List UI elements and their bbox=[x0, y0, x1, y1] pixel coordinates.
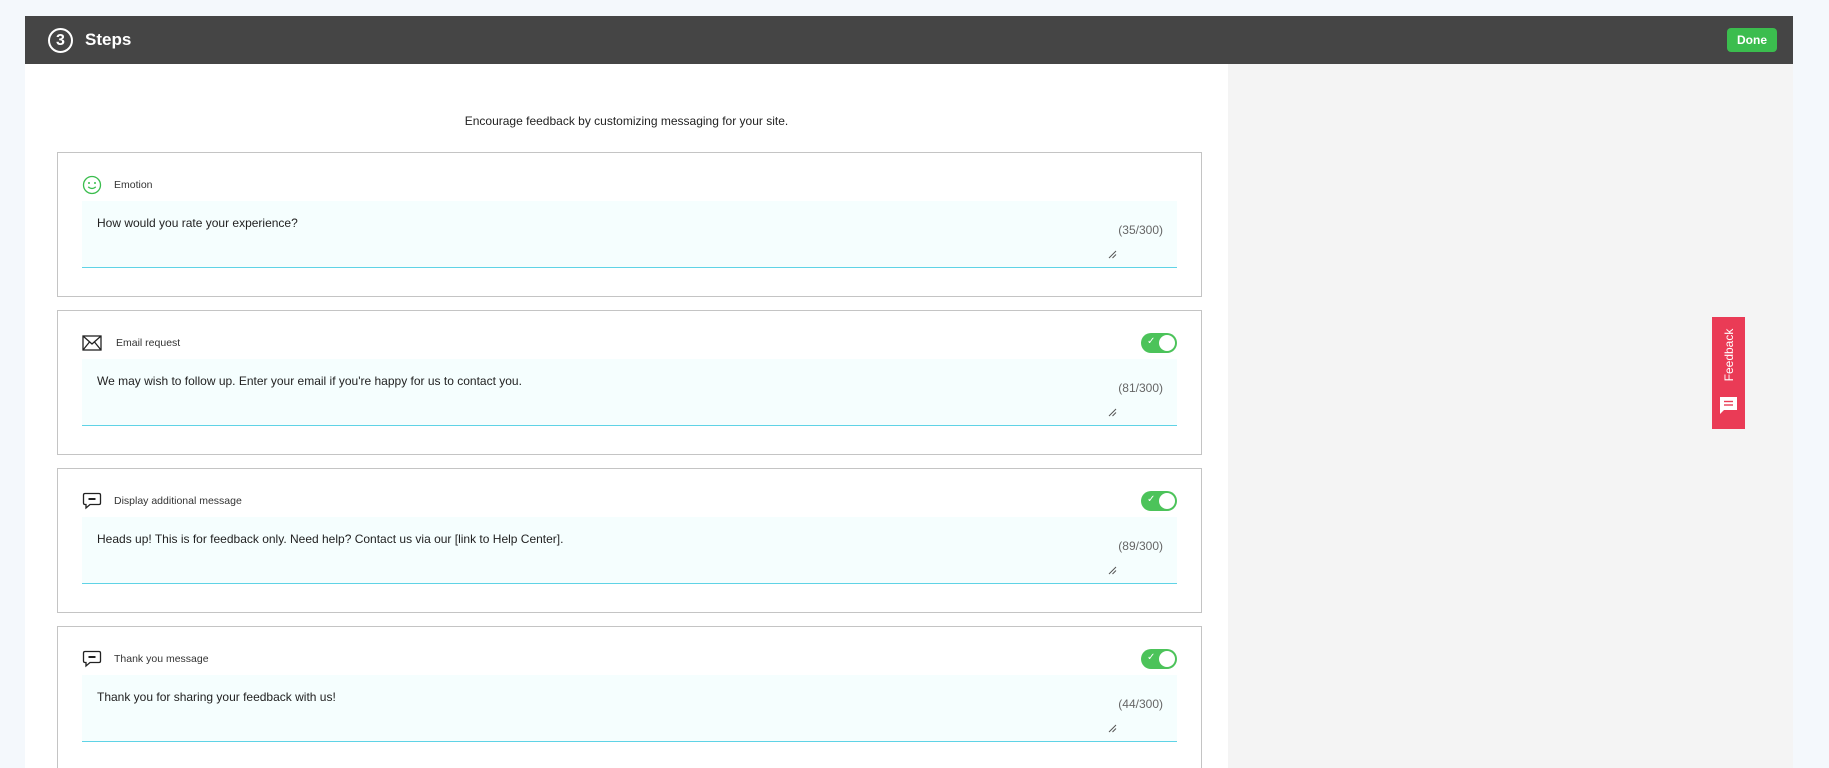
done-button[interactable]: Done bbox=[1727, 28, 1777, 52]
resize-grip-icon[interactable] bbox=[1108, 720, 1117, 733]
character-count: (89/300) bbox=[1118, 539, 1163, 553]
card-email-request: Email request ✓ We may wish to follow up… bbox=[57, 310, 1202, 455]
thank-you-toggle[interactable]: ✓ bbox=[1141, 649, 1177, 669]
chat-bubble-icon bbox=[82, 649, 102, 669]
card-label: Display additional message bbox=[114, 495, 242, 507]
toggle-knob bbox=[1159, 493, 1175, 509]
resize-grip-icon[interactable] bbox=[1108, 404, 1117, 417]
comment-icon bbox=[1718, 395, 1739, 416]
additional-message-toggle[interactable]: ✓ bbox=[1141, 491, 1177, 511]
resize-grip-icon[interactable] bbox=[1108, 246, 1117, 259]
email-request-toggle[interactable]: ✓ bbox=[1141, 333, 1177, 353]
smiley-icon bbox=[82, 175, 102, 195]
check-icon: ✓ bbox=[1147, 652, 1156, 663]
character-count: (35/300) bbox=[1118, 223, 1163, 237]
card-thank-you: Thank you message ✓ Thank you for sharin… bbox=[57, 626, 1202, 768]
check-icon: ✓ bbox=[1147, 336, 1156, 347]
feedback-tab-label: Feedback bbox=[1721, 328, 1736, 382]
check-icon: ✓ bbox=[1147, 494, 1156, 505]
top-bar: 3 Steps Done bbox=[25, 16, 1793, 64]
toggle-knob bbox=[1159, 651, 1175, 667]
message-text: How would you rate your experience? bbox=[97, 216, 298, 230]
message-text: Thank you for sharing your feedback with… bbox=[97, 690, 336, 704]
app-window: 3 Steps Done Encourage feedback by custo… bbox=[25, 16, 1793, 768]
message-textarea[interactable]: How would you rate your experience? (35/… bbox=[82, 201, 1177, 268]
message-textarea[interactable]: Thank you for sharing your feedback with… bbox=[82, 675, 1177, 742]
card-additional-message: Display additional message ✓ Heads up! T… bbox=[57, 468, 1202, 613]
card-label: Email request bbox=[116, 337, 181, 349]
resize-grip-icon[interactable] bbox=[1108, 562, 1117, 575]
message-textarea[interactable]: Heads up! This is for feedback only. Nee… bbox=[82, 517, 1177, 584]
card-label: Emotion bbox=[114, 179, 153, 191]
toggle-knob bbox=[1159, 335, 1175, 351]
step-number-badge: 3 bbox=[48, 28, 73, 53]
page-title: Steps bbox=[85, 30, 132, 49]
message-textarea[interactable]: We may wish to follow up. Enter your ema… bbox=[82, 359, 1177, 426]
character-count: (44/300) bbox=[1118, 697, 1163, 711]
intro-text: Encourage feedback by customizing messag… bbox=[464, 114, 789, 128]
preview-panel bbox=[1228, 64, 1793, 768]
card-label: Thank you message bbox=[114, 653, 209, 665]
character-count: (81/300) bbox=[1118, 381, 1163, 395]
card-emotion: Emotion How would you rate your experien… bbox=[57, 152, 1202, 297]
chat-bubble-icon bbox=[82, 491, 102, 511]
message-text: We may wish to follow up. Enter your ema… bbox=[97, 374, 522, 388]
envelope-icon bbox=[82, 333, 102, 353]
main-content: Encourage feedback by customizing messag… bbox=[25, 64, 1228, 768]
feedback-tab[interactable]: Feedback bbox=[1712, 317, 1745, 429]
message-text: Heads up! This is for feedback only. Nee… bbox=[97, 532, 564, 546]
